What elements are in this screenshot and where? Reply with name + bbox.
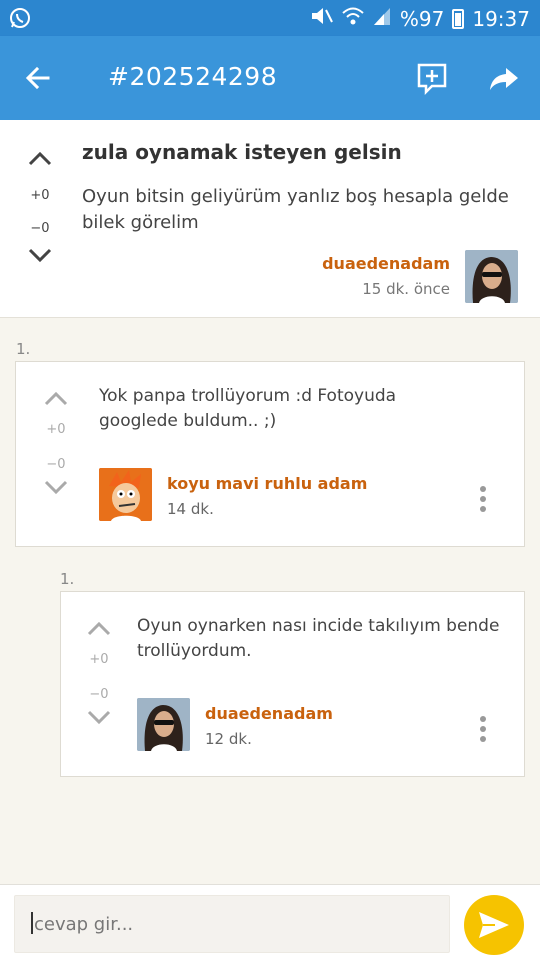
share-arrow-icon[interactable] [486,60,522,96]
upvote-count: +0 [89,652,109,667]
battery-icon [452,8,465,29]
comment-card: +0 −0 Yok panpa trollüyorum :d Fotoyuda … [15,361,525,547]
upvote-count: +0 [30,188,50,203]
downvote-count: −0 [89,687,109,702]
battery-percent: %97 [399,6,445,31]
chevron-down-icon[interactable] [36,478,76,502]
page-title: #202524298 [108,62,278,91]
chevron-up-icon[interactable] [36,388,76,412]
comment-number: 1. [16,340,31,358]
signal-icon [372,6,392,31]
comment-vote: +0 −0 [79,618,119,732]
post-body: Oyun bitsin geliyürüm yanlız boş hesapla… [82,186,509,233]
comment-card: +0 −0 Oyun oynarken nası incide takılıyı… [60,591,525,777]
whatsapp-icon [8,6,32,34]
more-vertical-icon[interactable] [471,712,495,752]
post-vote: +0 −0 [20,148,60,270]
app-bar: #202524298 [0,36,540,120]
main-post: +0 −0 zula oynamak isteyen gelsin Oyun b… [0,120,540,318]
post-time: 15 dk. önce [362,280,450,298]
comment-author[interactable]: koyu mavi ruhlu adam [167,474,367,493]
text-caret [31,912,33,934]
arrow-back-icon[interactable] [20,60,56,96]
comment-text: Yok panpa trollüyorum :d Fotoyuda google… [99,386,397,431]
avatar[interactable] [137,698,190,751]
comment-vote: +0 −0 [36,388,76,502]
chevron-down-icon[interactable] [20,246,60,270]
reply-bar: cevap gir... [0,884,540,960]
post-author[interactable]: duaedenadam [322,254,450,273]
comment-author[interactable]: duaedenadam [205,704,333,723]
reply-input[interactable]: cevap gir... [14,895,450,953]
downvote-count: −0 [30,221,50,236]
chevron-up-icon[interactable] [20,148,60,172]
downvote-count: −0 [46,457,66,472]
send-button[interactable] [464,895,524,955]
status-bar: %97 19:37 [0,0,540,36]
clock: 19:37 [472,6,530,31]
post-title: zula oynamak isteyen gelsin [82,140,402,164]
comment-text: Oyun oynarken nası incide takılıyım bend… [137,616,500,661]
upvote-count: +0 [46,422,66,437]
mute-icon [310,6,334,31]
comment-time: 12 dk. [205,730,252,748]
more-vertical-icon[interactable] [471,482,495,522]
send-icon [477,910,511,944]
chevron-up-icon[interactable] [79,618,119,642]
avatar[interactable] [465,250,518,303]
comment-number: 1. [60,570,75,588]
add-comment-icon[interactable] [414,60,450,96]
wifi-icon [342,6,364,31]
avatar[interactable] [99,468,152,521]
reply-placeholder: cevap gir... [34,914,134,935]
chevron-down-icon[interactable] [79,708,119,732]
comment-time: 14 dk. [167,500,214,518]
